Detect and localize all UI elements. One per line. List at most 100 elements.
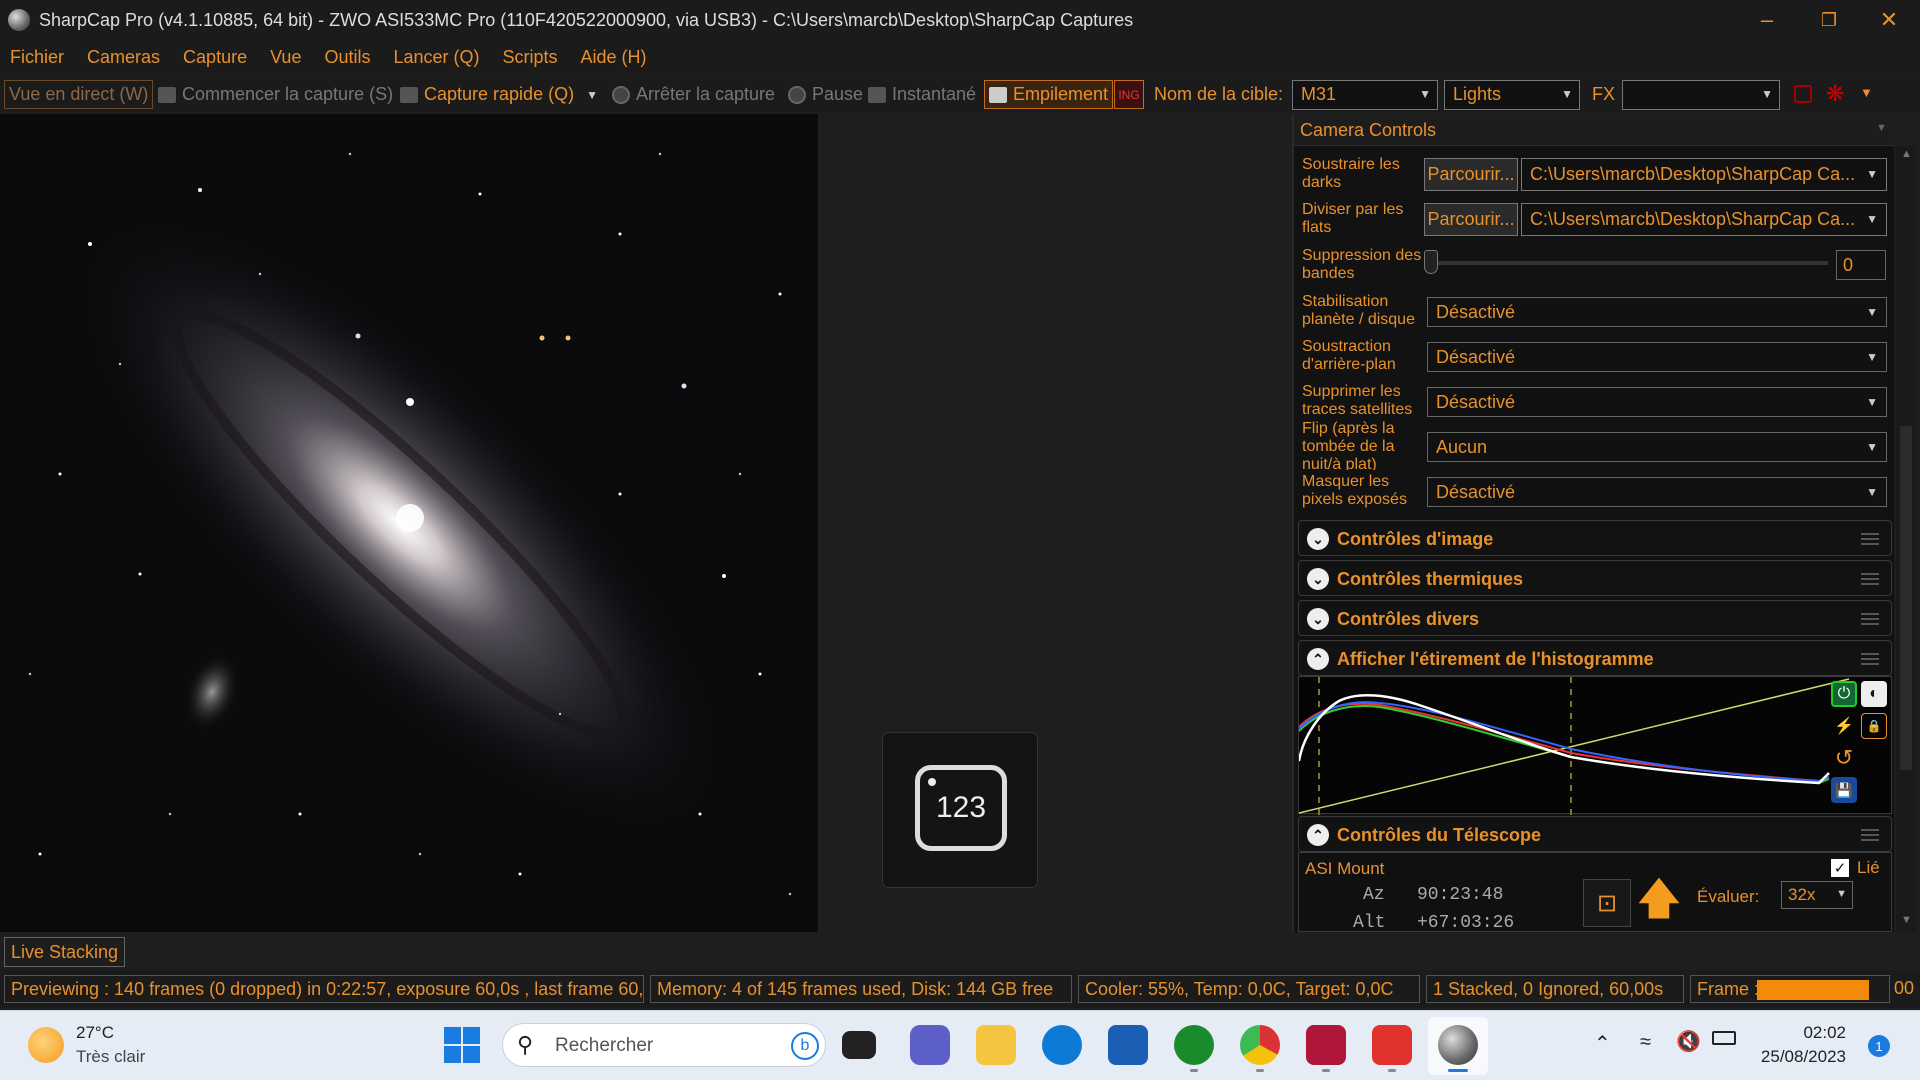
task-view-icon[interactable] [842, 1031, 876, 1059]
chevron-up-icon[interactable]: ⌃ [1307, 824, 1329, 846]
flats-browse-button[interactable]: Parcourir... [1424, 203, 1518, 236]
menu-vue[interactable]: Vue [270, 47, 301, 68]
live-stacking-tab[interactable]: Live Stacking [4, 937, 126, 967]
target-name-select[interactable]: M31 ▼ [1292, 80, 1438, 110]
weather-temp[interactable]: 27°C [76, 1023, 114, 1043]
andromeda-image[interactable] [0, 114, 818, 932]
quick-capture-button[interactable]: Capture rapide (Q) ▼ [400, 80, 598, 109]
menu-lancer[interactable]: Lancer (Q) [393, 47, 479, 68]
weather-desc[interactable]: Très clair [76, 1047, 145, 1067]
file-explorer-icon[interactable] [976, 1025, 1016, 1065]
anydesk-icon[interactable] [1372, 1025, 1412, 1065]
menu-icon[interactable] [1861, 829, 1879, 841]
fx-label: FX [1592, 84, 1616, 104]
zoom-overlay[interactable]: 123 [882, 732, 1038, 888]
scroll-down-icon[interactable]: ▼ [1901, 914, 1912, 926]
frame-type-select[interactable]: Lights ▼ [1444, 80, 1580, 110]
menu-icon[interactable] [1861, 653, 1879, 665]
windows-start-icon[interactable] [444, 1027, 480, 1063]
reticle-icon[interactable]: ❋ [1826, 81, 1844, 107]
menu-icon[interactable] [1861, 533, 1879, 545]
chevron-down-icon[interactable]: ▼ [1876, 122, 1887, 134]
menu-capture[interactable]: Capture [183, 47, 247, 68]
sharpcap-task-active[interactable] [1428, 1017, 1488, 1075]
start-capture-button[interactable]: Commencer la capture (S) [158, 80, 393, 109]
section-misc-controls[interactable]: ⌄ Contrôles divers [1298, 600, 1892, 636]
darks-path-select[interactable]: C:\Users\marcb\Desktop\SharpCap Ca... ▼ [1521, 158, 1887, 191]
fx-select[interactable]: ▼ [1622, 80, 1780, 110]
menu-icon[interactable] [1861, 573, 1879, 585]
histogram-chart[interactable]: ⏻ ◐ ⚡ 🔒 ↺ 💾 [1297, 676, 1892, 815]
chevron-up-icon[interactable]: ⌃ [1594, 1031, 1611, 1056]
volume-muted-icon[interactable]: 🔇 [1676, 1029, 1701, 1054]
record-icon[interactable] [1794, 85, 1812, 103]
menu-fichier[interactable]: Fichier [10, 47, 64, 68]
menu-cameras[interactable]: Cameras [87, 47, 160, 68]
section-image-controls[interactable]: ⌄ Contrôles d'image [1298, 520, 1892, 556]
restore-icon[interactable]: ❐ [1798, 0, 1860, 40]
menu-outils[interactable]: Outils [324, 47, 370, 68]
stacking-button[interactable]: Empilement [984, 80, 1114, 109]
menu-aide[interactable]: Aide (H) [581, 47, 647, 68]
chevron-up-icon[interactable]: ⌃ [1307, 648, 1329, 670]
ing-icon[interactable]: ING [1114, 80, 1144, 109]
chevron-down-icon[interactable]: ▼ [1860, 85, 1873, 100]
stop-capture-button[interactable]: Arrêter la capture [612, 80, 775, 109]
chevron-down-icon[interactable]: ⌄ [1307, 528, 1329, 550]
lightning-icon[interactable]: ⚡ [1831, 713, 1857, 739]
hot-pixels-select[interactable]: Désactivé ▼ [1427, 477, 1887, 507]
menu-scripts[interactable]: Scripts [503, 47, 558, 68]
banding-slider-handle[interactable] [1424, 250, 1438, 274]
rate-select[interactable]: 32x ▼ [1781, 881, 1853, 909]
background-sub-select[interactable]: Désactivé ▼ [1427, 342, 1887, 372]
power-icon[interactable]: ⏻ [1831, 681, 1857, 707]
chevron-down-icon[interactable]: ▼ [586, 88, 598, 102]
satellite-select[interactable]: Désactivé ▼ [1427, 387, 1887, 417]
search-box[interactable]: ⚲ Rechercher b [502, 1023, 826, 1067]
clock-time[interactable]: 02:02 [1764, 1023, 1846, 1043]
scrollbar-thumb[interactable] [1900, 426, 1912, 770]
lock-icon[interactable]: 🔒 [1861, 713, 1887, 739]
clock-date[interactable]: 25/08/2023 [1746, 1047, 1846, 1067]
menu-icon[interactable] [1861, 613, 1879, 625]
edge-icon[interactable] [1042, 1025, 1082, 1065]
arrow-up-icon[interactable]: 🡅 [1635, 874, 1683, 931]
chrome-icon[interactable] [1240, 1025, 1280, 1065]
hot-pixels-value: Désactivé [1436, 482, 1516, 502]
park-icon[interactable]: ⊡ [1583, 879, 1631, 927]
panel-scrollbar[interactable]: ▲ ▼ [1896, 146, 1916, 932]
banding-value[interactable]: 0 [1836, 250, 1886, 280]
chevron-down-icon[interactable]: ⌄ [1307, 608, 1329, 630]
notification-badge[interactable]: 1 [1868, 1035, 1890, 1057]
planet-stab-select[interactable]: Désactivé ▼ [1427, 297, 1887, 327]
weather-moon-icon[interactable] [28, 1027, 64, 1063]
flip-select[interactable]: Aucun ▼ [1427, 432, 1887, 462]
battery-icon[interactable] [1712, 1031, 1736, 1045]
linked-checkbox[interactable]: ✓ [1831, 859, 1849, 877]
section-histogram[interactable]: ⌃ Afficher l'étirement de l'histogramme [1298, 640, 1892, 676]
flats-path-select[interactable]: C:\Users\marcb\Desktop\SharpCap Ca... ▼ [1521, 203, 1887, 236]
banding-slider[interactable] [1430, 261, 1828, 265]
contrast-icon[interactable]: ◐ [1861, 681, 1887, 707]
bing-icon[interactable]: b [791, 1032, 819, 1060]
live-view-button[interactable]: Vue en direct (W) [4, 80, 154, 109]
snapshot-button[interactable]: Instantané [868, 80, 976, 109]
darks-browse-button[interactable]: Parcourir... [1424, 158, 1518, 191]
scroll-up-icon[interactable]: ▲ [1901, 148, 1912, 160]
section-thermal-controls[interactable]: ⌄ Contrôles thermiques [1298, 560, 1892, 596]
photo-app-icon[interactable] [1306, 1025, 1346, 1065]
chevron-down-icon[interactable]: ⌄ [1307, 568, 1329, 590]
store-icon[interactable] [1108, 1025, 1148, 1065]
reset-icon[interactable]: ↺ [1831, 745, 1857, 771]
close-icon[interactable]: ✕ [1858, 0, 1920, 40]
wifi-icon[interactable]: ≈ [1640, 1031, 1651, 1054]
minimize-icon[interactable]: – [1736, 0, 1798, 40]
darks-label: Soustraire les darks [1302, 156, 1400, 191]
teams-chat-icon[interactable] [910, 1025, 950, 1065]
chevron-down-icon: ▼ [1866, 395, 1878, 409]
pause-button[interactable]: Pause [788, 80, 863, 109]
section-telescope[interactable]: ⌃ Contrôles du Télescope [1298, 816, 1892, 852]
status-bar: Previewing : 140 frames (0 dropped) in 0… [0, 970, 1920, 1008]
save-icon[interactable]: 💾 [1831, 777, 1857, 803]
phd2-icon[interactable] [1174, 1025, 1214, 1065]
